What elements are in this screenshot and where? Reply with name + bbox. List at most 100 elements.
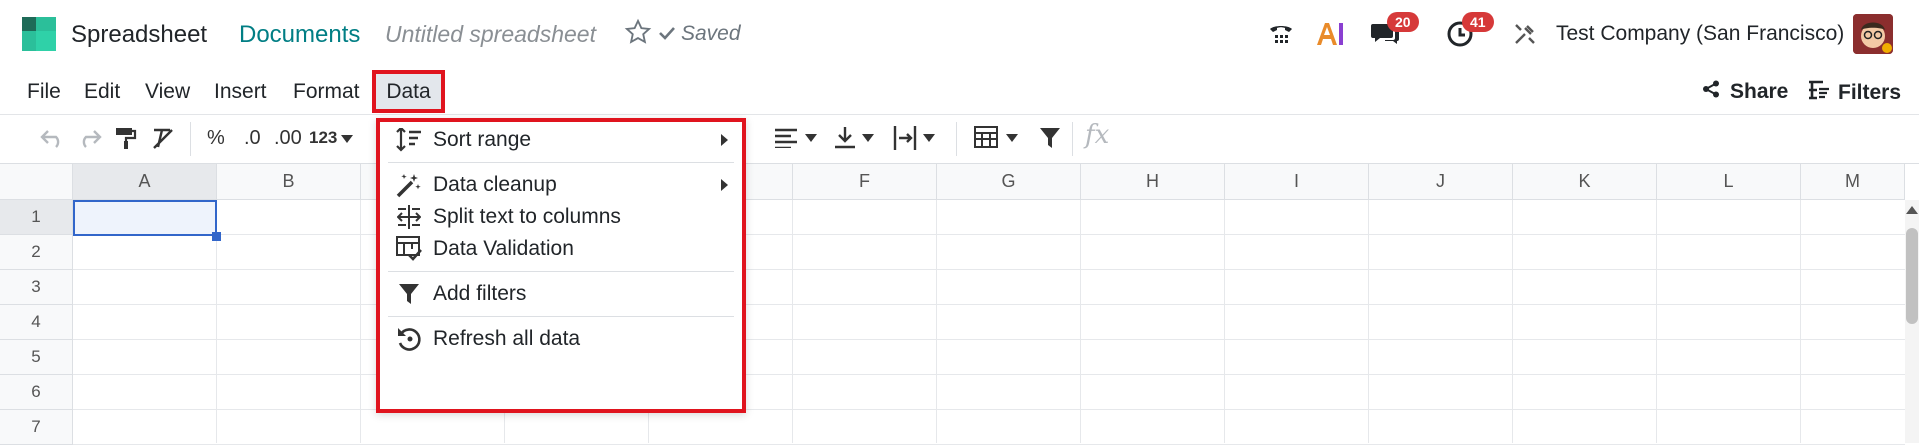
column-header[interactable]: B	[217, 164, 361, 200]
column-header[interactable]: H	[1081, 164, 1225, 200]
column-header[interactable]: F	[793, 164, 937, 200]
horizontal-align-button[interactable]	[775, 124, 817, 152]
vertical-align-button[interactable]	[834, 124, 874, 152]
data-menu-sort-range[interactable]: Sort range	[380, 122, 742, 158]
saved-label: Saved	[681, 22, 741, 45]
filters-button[interactable]: Filters	[1808, 80, 1901, 106]
chevron-down-icon	[923, 134, 935, 142]
row-header[interactable]: 3	[0, 270, 73, 305]
activities-badge: 41	[1462, 12, 1494, 32]
paint-format-icon[interactable]	[114, 124, 138, 152]
user-avatar[interactable]	[1853, 14, 1893, 54]
data-menu-refresh-all-data[interactable]: Refresh all data	[380, 321, 742, 357]
menu-divider	[388, 162, 734, 163]
decrease-decimal-button[interactable]: .0	[244, 124, 261, 152]
menu-data[interactable]: Data	[372, 70, 445, 113]
data-menu-split-text-to-columns[interactable]: Split text to columns	[380, 199, 742, 235]
data-menu-dropdown: Sort range Data cleanup Split text to co…	[376, 118, 746, 413]
autofill-handle[interactable]	[212, 232, 221, 241]
grid-column-line	[360, 200, 361, 443]
format-percent-button[interactable]: %	[207, 124, 225, 152]
grid-row-line	[73, 304, 1905, 305]
menu-insert[interactable]: Insert	[214, 80, 267, 104]
menu-bar	[0, 70, 1919, 112]
data-menu-add-filters[interactable]: Add filters	[380, 276, 742, 312]
sort-icon	[394, 125, 424, 155]
ai-icon[interactable]	[1315, 16, 1345, 52]
grid-column-line	[792, 200, 793, 443]
settings-tools-icon[interactable]	[1510, 16, 1540, 52]
phone-icon[interactable]	[1266, 16, 1296, 52]
scroll-up-arrow-icon	[1906, 206, 1918, 214]
favorite-star-icon[interactable]	[624, 18, 652, 46]
column-header[interactable]: J	[1369, 164, 1513, 200]
activities-clock-icon[interactable]: 41	[1440, 12, 1494, 52]
chevron-right-icon	[721, 134, 728, 146]
text-wrap-button[interactable]	[893, 124, 935, 152]
data-menu-data-validation[interactable]: Data Validation	[380, 231, 742, 267]
menu-divider	[388, 271, 734, 272]
row-header[interactable]: 1	[0, 200, 73, 235]
grid-row-line	[73, 234, 1905, 235]
grid-column-line	[1656, 200, 1657, 443]
grid-column-line	[1224, 200, 1225, 443]
column-header[interactable]: K	[1513, 164, 1657, 200]
filter-icon[interactable]	[1039, 124, 1061, 152]
chevron-down-icon	[341, 128, 354, 148]
toolbar-divider	[1072, 122, 1073, 156]
messages-badge: 20	[1387, 12, 1419, 32]
column-header[interactable]: I	[1225, 164, 1369, 200]
grid-column-line	[1512, 200, 1513, 443]
breadcrumb-documents-link[interactable]: Documents	[239, 21, 360, 49]
grid-row-line	[73, 374, 1905, 375]
company-switcher[interactable]: Test Company (San Francisco)	[1556, 22, 1844, 46]
grid-row-line	[73, 339, 1905, 340]
chevron-right-icon	[721, 179, 728, 191]
row-header[interactable]: 5	[0, 340, 73, 375]
chevron-down-icon	[862, 134, 874, 142]
clear-format-icon[interactable]	[151, 124, 175, 152]
grid-row-line	[73, 269, 1905, 270]
row-header[interactable]: 2	[0, 235, 73, 270]
chevron-down-icon	[805, 134, 817, 142]
selected-cell-a1[interactable]	[73, 200, 217, 236]
refresh-icon	[394, 324, 424, 354]
column-header[interactable]: G	[937, 164, 1081, 200]
grid-column-line	[1800, 200, 1801, 443]
menu-divider	[388, 316, 734, 317]
data-validation-icon	[394, 234, 424, 264]
menu-file[interactable]: File	[27, 80, 61, 104]
row-header[interactable]: 7	[0, 410, 73, 445]
row-header[interactable]: 4	[0, 305, 73, 340]
number-format-button[interactable]: 123	[309, 124, 354, 152]
formula-fx-icon: fx	[1085, 120, 1110, 150]
grid-column-line	[1368, 200, 1369, 443]
split-columns-icon	[394, 202, 424, 232]
saved-status: Saved	[659, 22, 741, 46]
messages-icon[interactable]: 20	[1365, 12, 1419, 52]
menu-format[interactable]: Format	[293, 80, 360, 104]
column-header[interactable]: M	[1801, 164, 1905, 200]
menu-view[interactable]: View	[145, 80, 190, 104]
increase-decimal-button[interactable]: .00	[274, 124, 302, 152]
share-icon	[1702, 80, 1720, 104]
column-header[interactable]: L	[1657, 164, 1801, 200]
row-header[interactable]: 6	[0, 375, 73, 410]
undo-icon[interactable]	[40, 124, 66, 152]
select-all-corner[interactable]	[0, 164, 73, 200]
scrollbar-thumb[interactable]	[1906, 228, 1918, 324]
app-name: Spreadsheet	[71, 21, 208, 48]
spreadsheet-app-icon[interactable]	[22, 17, 56, 51]
column-header[interactable]: A	[73, 164, 217, 200]
menu-edit[interactable]: Edit	[84, 80, 120, 104]
document-title-input[interactable]: Untitled spreadsheet	[385, 21, 596, 48]
share-button[interactable]: Share	[1702, 80, 1788, 104]
redo-icon[interactable]	[76, 124, 102, 152]
grid-column-line	[1080, 200, 1081, 443]
number-format-label: 123	[309, 128, 338, 147]
data-menu-data-cleanup[interactable]: Data cleanup	[380, 167, 742, 203]
toolbar-divider	[956, 122, 957, 156]
table-style-button[interactable]	[974, 124, 1018, 152]
filters-label: Filters	[1838, 81, 1902, 104]
chevron-down-icon	[1006, 134, 1018, 142]
